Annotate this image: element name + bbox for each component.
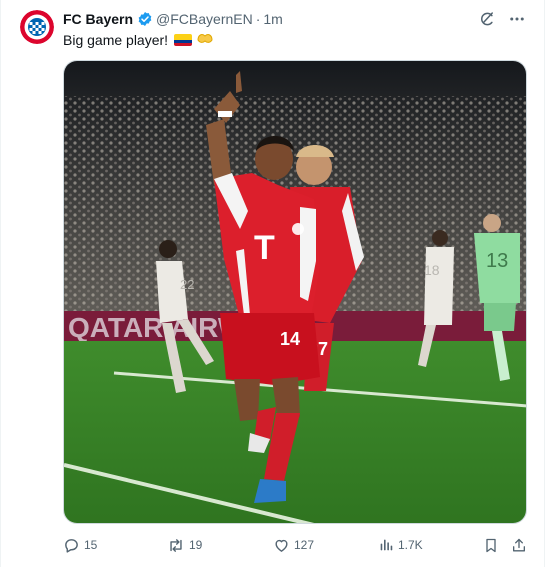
views-button[interactable]: 1.7K: [378, 536, 423, 554]
share-button[interactable]: [511, 536, 527, 554]
svg-text:14: 14: [280, 329, 300, 349]
tweet-tools: [478, 10, 526, 28]
tweet-text: Big game player!: [63, 31, 214, 49]
match-photo: QATAR AIRWAYS 22 18 13: [64, 61, 526, 523]
tweet-body: Big game player!: [63, 32, 169, 48]
account-name[interactable]: FC Bayern: [63, 11, 133, 27]
more-icon[interactable]: [508, 10, 526, 28]
like-button[interactable]: 127: [273, 536, 314, 554]
svg-text:22: 22: [180, 277, 194, 292]
like-icon: [275, 539, 288, 552]
views-count: 1.7K: [398, 538, 423, 552]
heart-hands-icon: [196, 31, 214, 49]
svg-text:18: 18: [424, 262, 440, 278]
tweet-actions: 15 19 127 1.7K: [63, 536, 529, 554]
svg-text:13: 13: [486, 250, 508, 272]
share-icon: [513, 538, 525, 551]
bookmark-icon: [486, 538, 496, 552]
like-count: 127: [294, 538, 315, 552]
reply-count: 15: [84, 538, 98, 552]
tweet-header: FC Bayern @FCBayernEN · 1m: [63, 10, 283, 28]
reply-icon: [65, 538, 78, 553]
repost-icon: [170, 538, 182, 552]
timestamp[interactable]: 1m: [263, 11, 282, 27]
reply-button[interactable]: 15: [63, 536, 97, 554]
tweet-photo[interactable]: QATAR AIRWAYS 22 18 13: [63, 60, 527, 524]
account-handle[interactable]: @FCBayernEN: [156, 11, 253, 27]
svg-text:T: T: [254, 229, 275, 267]
separator-dot: ·: [255, 11, 261, 27]
repost-button[interactable]: 19: [167, 536, 202, 554]
bookmark-button[interactable]: [483, 536, 499, 554]
grok-icon[interactable]: [478, 10, 496, 28]
repost-count: 19: [189, 538, 203, 552]
avatar[interactable]: [20, 10, 54, 44]
colombia-flag-icon: [174, 34, 193, 46]
fc-bayern-logo: [20, 10, 54, 44]
tweet-card[interactable]: FC Bayern @FCBayernEN · 1m Big game play…: [0, 0, 545, 567]
verified-badge-icon[interactable]: [137, 11, 153, 27]
views-icon: [380, 539, 393, 551]
